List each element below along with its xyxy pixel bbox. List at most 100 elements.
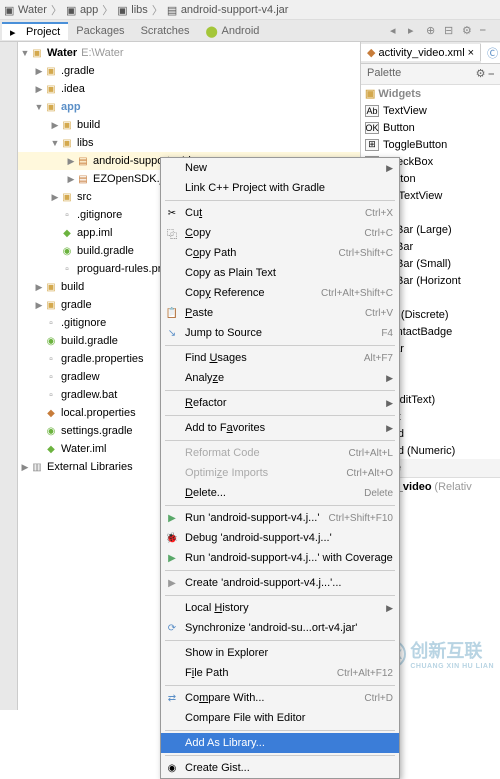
jar-icon: ▤: [76, 154, 90, 168]
create-icon: ▶: [165, 576, 179, 590]
menu-favorites[interactable]: Add to Favorites▶: [161, 418, 399, 438]
menu-copy-path[interactable]: Copy PathCtrl+Shift+C: [161, 243, 399, 263]
collapse-icon[interactable]: ⊟: [444, 24, 458, 38]
tool-window-bar[interactable]: [0, 42, 18, 710]
menu-paste[interactable]: 📋PasteCtrl+V: [161, 303, 399, 323]
menu-add-library[interactable]: Add As Library...: [161, 733, 399, 753]
props-icon: ◆: [44, 406, 58, 420]
library-icon: ▥: [30, 460, 44, 474]
target-icon[interactable]: ⊕: [426, 24, 440, 38]
widget-icon: ⊞: [365, 139, 379, 151]
folder-icon: ▣: [44, 280, 58, 294]
tree-item[interactable]: ▼▣libs: [18, 134, 360, 152]
breadcrumb-bar: ▣ Water〉 ▣ app〉 ▣ libs〉 ▤ android-suppor…: [0, 0, 500, 20]
menu-reformat: Reformat CodeCtrl+Alt+L: [161, 443, 399, 463]
folder-icon: ▣: [44, 64, 58, 78]
breadcrumb-item[interactable]: android-support-v4.jar: [181, 4, 289, 16]
hide-icon[interactable]: ⎯: [480, 24, 494, 38]
tree-item[interactable]: ▶▣.gradle: [18, 62, 360, 80]
menu-local-history[interactable]: Local History▶: [161, 598, 399, 618]
tab-packages[interactable]: Packages: [68, 23, 132, 39]
file-icon: ▫: [44, 388, 58, 402]
palette-item[interactable]: ⊞ToggleButton: [361, 136, 500, 153]
sync-icon: ⟳: [165, 621, 179, 635]
menu-show-explorer[interactable]: Show in Explorer: [161, 643, 399, 663]
menu-link-cpp[interactable]: Link C++ Project with Gradle: [161, 178, 399, 198]
file-icon: ▫: [44, 352, 58, 366]
menu-synchronize[interactable]: ⟳Synchronize 'android-su...ort-v4.jar': [161, 618, 399, 638]
menu-copy-plain[interactable]: Copy as Plain Text: [161, 263, 399, 283]
menu-compare[interactable]: ⇄Compare With...Ctrl+D: [161, 688, 399, 708]
tab-scratches[interactable]: Scratches: [133, 23, 198, 39]
folder-icon: ▣: [44, 82, 58, 96]
file-icon: ▫: [60, 262, 74, 276]
menu-create-run[interactable]: ▶Create 'android-support-v4.j...'...: [161, 573, 399, 593]
widget-icon: OK: [365, 122, 379, 134]
android-icon: ⬤: [205, 25, 217, 37]
tab-android[interactable]: ⬤Android: [197, 23, 267, 39]
menu-delete[interactable]: Delete...Delete: [161, 483, 399, 503]
jar-icon: ▤: [76, 172, 90, 186]
breadcrumb-item[interactable]: Water: [18, 4, 47, 16]
breadcrumb-item[interactable]: libs: [131, 4, 148, 16]
iml-icon: ◆: [44, 442, 58, 456]
gradle-icon: ◉: [60, 244, 74, 258]
module-icon: ▣: [44, 100, 58, 114]
tree-item[interactable]: ▼▣app: [18, 98, 360, 116]
tree-root[interactable]: ▼▣WaterE:\Water: [18, 44, 360, 62]
palette-item[interactable]: AbTextView: [361, 102, 500, 119]
menu-separator: [165, 640, 395, 641]
close-icon[interactable]: ×: [468, 47, 474, 59]
palette-item[interactable]: OKButton: [361, 119, 500, 136]
menu-separator: [165, 755, 395, 756]
editor-tab[interactable]: ⒸVi: [481, 43, 500, 63]
jump-icon: ↘: [165, 326, 179, 340]
folder-icon: ▣: [60, 136, 74, 150]
project-icon: ▸: [10, 26, 22, 38]
module-icon: ▣: [30, 46, 44, 60]
tab-project[interactable]: ▸Project: [2, 22, 68, 40]
coverage-icon: ▶: [165, 551, 179, 565]
menu-copy-ref[interactable]: Copy ReferenceCtrl+Alt+Shift+C: [161, 283, 399, 303]
context-menu: New▶ Link C++ Project with Gradle ✂CutCt…: [160, 157, 400, 779]
menu-separator: [165, 505, 395, 506]
menu-separator: [165, 730, 395, 731]
iml-icon: ◆: [60, 226, 74, 240]
tree-item[interactable]: ▶▣.idea: [18, 80, 360, 98]
copy-icon: ⿻: [165, 226, 179, 240]
menu-compare-editor[interactable]: Compare File with Editor: [161, 708, 399, 728]
menu-run[interactable]: ▶Run 'android-support-v4.j...'Ctrl+Shift…: [161, 508, 399, 528]
gear-icon[interactable]: ⚙: [462, 24, 476, 38]
folder-icon: ▣: [60, 190, 74, 204]
class-icon: Ⓒ: [487, 45, 498, 61]
menu-debug[interactable]: 🐞Debug 'android-support-v4.j...': [161, 528, 399, 548]
menu-file-path[interactable]: File PathCtrl+Alt+F12: [161, 663, 399, 683]
widget-icon: Ab: [365, 105, 379, 117]
palette-category[interactable]: ▣Widgets: [361, 85, 500, 102]
editor-tab[interactable]: ◆activity_video.xml×: [361, 44, 481, 61]
menu-copy[interactable]: ⿻CopyCtrl+C: [161, 223, 399, 243]
compare-icon: ⇄: [165, 691, 179, 705]
xml-icon: ◆: [367, 46, 375, 59]
next-icon[interactable]: ▸: [408, 24, 422, 38]
gear-icon[interactable]: ⚙ ⎯: [476, 67, 494, 81]
editor-tabs: ◆activity_video.xml× ⒸVi: [361, 42, 500, 64]
menu-separator: [165, 345, 395, 346]
menu-find-usages[interactable]: Find UsagesAlt+F7: [161, 348, 399, 368]
prev-icon[interactable]: ◂: [390, 24, 404, 38]
menu-optimize: Optimize ImportsCtrl+Alt+O: [161, 463, 399, 483]
view-tabs: ▸Project Packages Scratches ⬤Android ◂ ▸…: [0, 20, 500, 42]
tree-item[interactable]: ▶▣build: [18, 116, 360, 134]
paste-icon: 📋: [165, 306, 179, 320]
menu-refactor[interactable]: Refactor▶: [161, 393, 399, 413]
menu-jump[interactable]: ↘Jump to SourceF4: [161, 323, 399, 343]
menu-new[interactable]: New▶: [161, 158, 399, 178]
menu-analyze[interactable]: Analyze▶: [161, 368, 399, 388]
jar-icon: ▤: [167, 4, 179, 16]
menu-cut[interactable]: ✂CutCtrl+X: [161, 203, 399, 223]
menu-separator: [165, 440, 395, 441]
breadcrumb-item[interactable]: app: [80, 4, 98, 16]
menu-separator: [165, 390, 395, 391]
menu-create-gist[interactable]: ◉Create Gist...: [161, 758, 399, 778]
menu-run-coverage[interactable]: ▶Run 'android-support-v4.j...' with Cove…: [161, 548, 399, 568]
